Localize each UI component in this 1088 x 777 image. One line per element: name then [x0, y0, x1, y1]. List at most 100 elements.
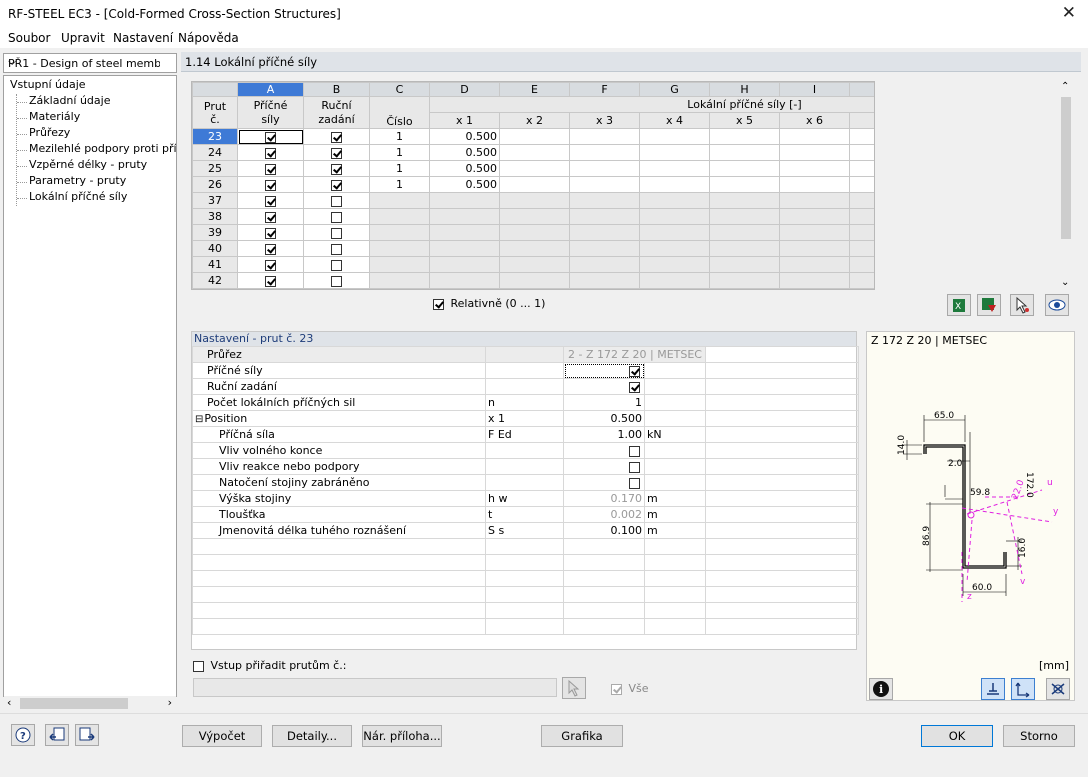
- x-cell[interactable]: [779, 208, 850, 225]
- manual-input-cell[interactable]: [303, 272, 370, 289]
- x-cell[interactable]: [779, 224, 850, 241]
- menu-soubor[interactable]: Soubor: [8, 31, 50, 45]
- x-cell[interactable]: [709, 144, 780, 161]
- count-cell[interactable]: 1: [369, 176, 430, 193]
- col-letter-d[interactable]: D: [429, 82, 500, 97]
- tree-item-sections[interactable]: Průřezy: [29, 126, 70, 139]
- info-icon[interactable]: i: [869, 678, 893, 700]
- transverse-forces-cell[interactable]: [237, 160, 304, 177]
- check-icon[interactable]: [331, 163, 342, 175]
- relative-checkbox[interactable]: Relativně (0 ... 1): [433, 297, 545, 310]
- x-cell[interactable]: [639, 224, 710, 241]
- x-cell[interactable]: [499, 176, 570, 193]
- check-icon[interactable]: [265, 227, 276, 239]
- x-cell[interactable]: [849, 160, 874, 177]
- x-cell[interactable]: [849, 192, 874, 209]
- transverse-forces-cell[interactable]: [237, 144, 304, 161]
- tree-item-materials[interactable]: Materiály: [29, 110, 80, 123]
- assign-members-input[interactable]: [193, 678, 557, 697]
- check-icon[interactable]: [629, 381, 640, 393]
- details-button[interactable]: Detaily...: [272, 725, 352, 747]
- col-letter-g[interactable]: G: [639, 82, 710, 97]
- property-value-cell[interactable]: [563, 442, 645, 459]
- view-icon[interactable]: [1045, 294, 1069, 316]
- check-icon[interactable]: [331, 243, 342, 255]
- previous-window-icon[interactable]: [45, 724, 69, 746]
- property-value-cell[interactable]: [563, 458, 645, 475]
- check-icon[interactable]: [265, 275, 276, 287]
- chevron-down-icon[interactable]: ⌵: [8, 55, 160, 69]
- relative-check-icon[interactable]: [433, 298, 444, 310]
- table-row[interactable]: 41: [192, 256, 874, 273]
- property-value-cell[interactable]: 0.500: [563, 410, 645, 427]
- tree-item-basic[interactable]: Základní údaje: [29, 94, 110, 107]
- property-value-cell[interactable]: [563, 378, 645, 395]
- check-icon[interactable]: [265, 259, 276, 271]
- tree-root[interactable]: Vstupní údaje: [10, 78, 86, 91]
- check-icon[interactable]: [629, 461, 640, 473]
- menu-nastaveni[interactable]: Nastavení: [113, 31, 173, 45]
- property-value-cell[interactable]: [563, 362, 645, 379]
- x-cell[interactable]: [849, 256, 874, 273]
- x-cell[interactable]: [709, 192, 780, 209]
- member-number[interactable]: 41: [192, 256, 238, 273]
- x1-cell[interactable]: [429, 208, 500, 225]
- x-cell[interactable]: [499, 272, 570, 289]
- x-cell[interactable]: [709, 272, 780, 289]
- tree-item-parameters[interactable]: Parametry - pruty: [29, 174, 126, 187]
- x-cell[interactable]: [639, 160, 710, 177]
- menu-upravit[interactable]: Upravit: [61, 31, 105, 45]
- x-cell[interactable]: [709, 208, 780, 225]
- col-letter-a[interactable]: A: [237, 82, 304, 97]
- tree-scrollbar[interactable]: ‹ ›: [4, 696, 176, 711]
- count-cell[interactable]: 1: [369, 160, 430, 177]
- manual-input-cell[interactable]: [303, 224, 370, 241]
- col-letter-e[interactable]: E: [499, 82, 570, 97]
- show-axes-icon[interactable]: [1011, 678, 1035, 700]
- load-case-select[interactable]: PŘ1 - Design of steel members a ⌵: [3, 53, 177, 73]
- check-icon[interactable]: [331, 259, 342, 271]
- x1-cell[interactable]: 0.500: [429, 160, 500, 177]
- x-cell[interactable]: [569, 208, 640, 225]
- transverse-forces-cell[interactable]: [237, 192, 304, 209]
- manual-input-cell[interactable]: [303, 240, 370, 257]
- x-cell[interactable]: [709, 256, 780, 273]
- x1-cell[interactable]: [429, 272, 500, 289]
- menu-napoveda[interactable]: Nápověda: [178, 31, 239, 45]
- table-row[interactable]: 37: [192, 192, 874, 209]
- x-cell[interactable]: [639, 208, 710, 225]
- x-cell[interactable]: [849, 176, 874, 193]
- x-cell[interactable]: [499, 208, 570, 225]
- col-letter-b[interactable]: B: [303, 82, 370, 97]
- next-window-icon[interactable]: [75, 724, 99, 746]
- member-number[interactable]: 38: [192, 208, 238, 225]
- table-row[interactable]: 39: [192, 224, 874, 241]
- col-letter-f[interactable]: F: [569, 82, 640, 97]
- property-value-cell[interactable]: 0.100: [563, 522, 645, 539]
- check-icon[interactable]: [331, 179, 342, 191]
- x-cell[interactable]: [779, 272, 850, 289]
- x-cell[interactable]: [779, 176, 850, 193]
- x-cell[interactable]: [499, 192, 570, 209]
- manual-input-cell[interactable]: [303, 176, 370, 193]
- scroll-down-icon[interactable]: ⌄: [1061, 277, 1069, 288]
- x-cell[interactable]: [779, 144, 850, 161]
- x-cell[interactable]: [569, 160, 640, 177]
- check-icon[interactable]: [265, 163, 276, 175]
- col-letter-h[interactable]: H: [709, 82, 780, 97]
- x-cell[interactable]: [849, 240, 874, 257]
- member-number[interactable]: 40: [192, 240, 238, 257]
- select-member-icon[interactable]: [1010, 294, 1034, 316]
- check-icon[interactable]: [265, 195, 276, 207]
- check-icon[interactable]: [331, 195, 342, 207]
- x1-cell[interactable]: 0.500: [429, 144, 500, 161]
- collapse-icon[interactable]: ⊟: [195, 414, 203, 425]
- manual-input-cell[interactable]: [303, 208, 370, 225]
- check-icon[interactable]: [331, 131, 342, 143]
- x-cell[interactable]: [639, 192, 710, 209]
- tree-item-supports[interactable]: Mezilehlé podpory proti příčném: [29, 142, 176, 155]
- x-cell[interactable]: [779, 160, 850, 177]
- cancel-button[interactable]: Storno: [1003, 725, 1075, 747]
- scroll-up-icon[interactable]: ⌃: [1061, 81, 1069, 92]
- national-annex-button[interactable]: Nár. příloha...: [362, 725, 442, 747]
